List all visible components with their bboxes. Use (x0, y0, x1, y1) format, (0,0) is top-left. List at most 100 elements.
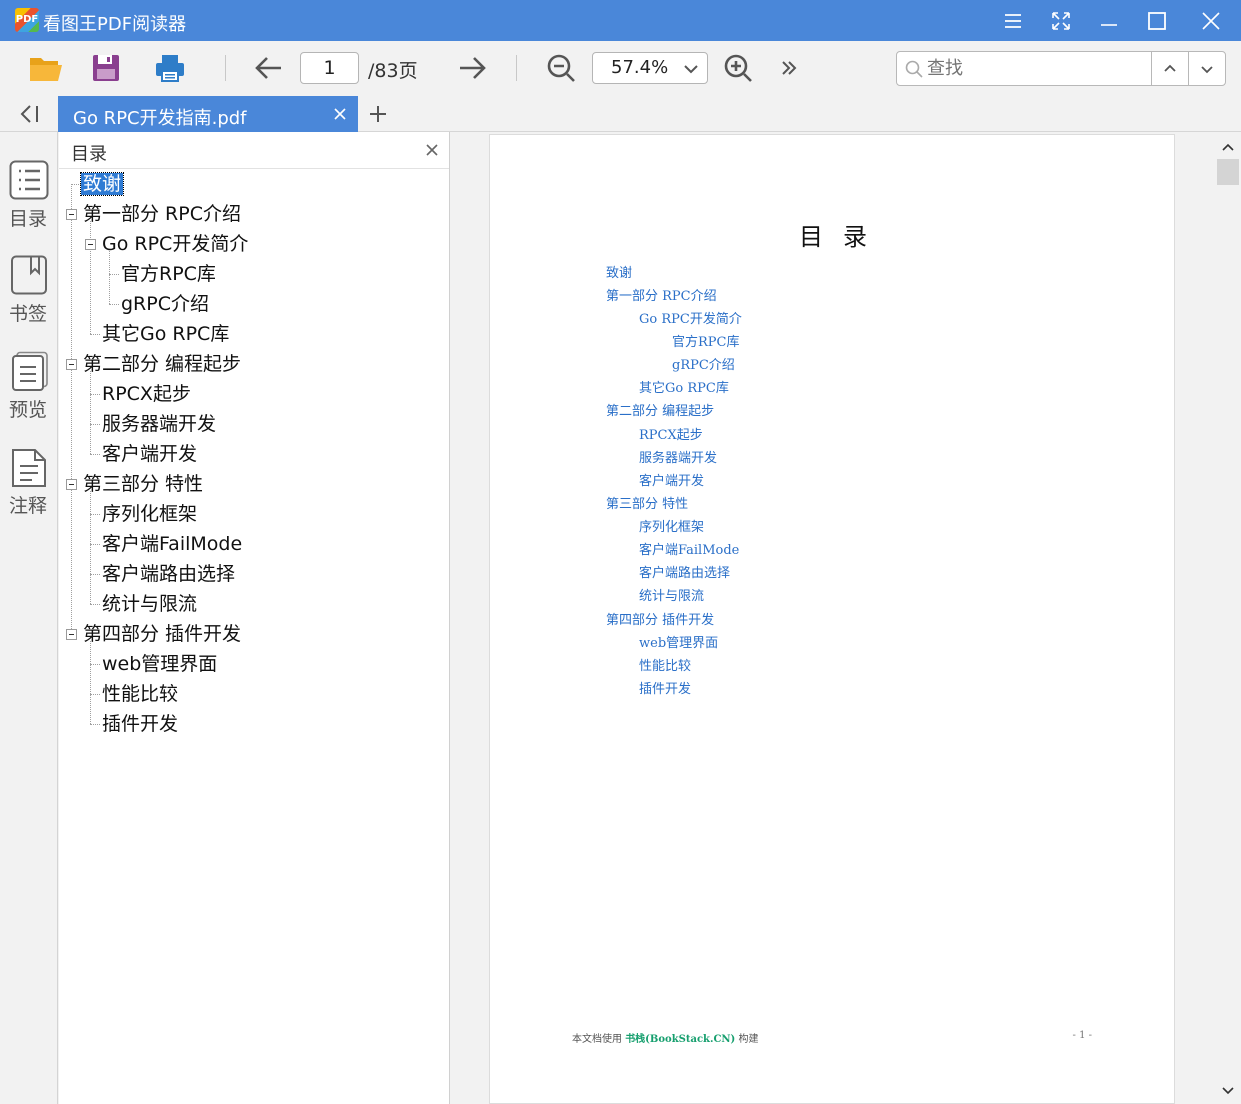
close-tab-icon[interactable] (332, 106, 348, 122)
search-box (896, 51, 1226, 86)
pdf-toc-link[interactable]: 性能比较 (639, 655, 691, 674)
footer-brand-link[interactable]: 书栈(BookStack.CN) (625, 1034, 735, 1045)
footer-prefix: 本文档使用 (572, 1034, 622, 1045)
zoom-out-button[interactable] (543, 51, 579, 85)
toc-item[interactable]: 第二部分 编程起步 (83, 351, 241, 377)
toc-item[interactable]: 第一部分 RPC介绍 (83, 201, 241, 227)
pdf-toc-link[interactable]: 其它Go RPC库 (639, 377, 729, 396)
toc-item[interactable]: 插件开发 (102, 711, 178, 737)
add-tab-icon[interactable] (368, 104, 388, 124)
toc-item[interactable]: 客户端开发 (102, 441, 197, 467)
pdf-toc-link[interactable]: RPCX起步 (639, 424, 703, 443)
tree-line (90, 664, 100, 665)
toc-item[interactable]: Go RPC开发简介 (102, 231, 248, 257)
collapse-toggle[interactable] (66, 359, 77, 370)
document-viewer[interactable]: 目录 致谢 第一部分 RPC介绍 Go RPC开发简介 官方RPC库 gRPC介… (451, 132, 1215, 1104)
pdf-footer: 本文档使用 书栈(BookStack.CN) 构建 (572, 1030, 758, 1045)
pdf-toc-link[interactable]: 致谢 (606, 262, 632, 281)
sidebar-item-preview[interactable]: 预览 (0, 351, 58, 431)
sidebar-item-toc[interactable]: 目录 (0, 160, 58, 240)
toc-item[interactable]: 第三部分 特性 (83, 471, 203, 497)
tree-line (109, 251, 110, 304)
pdf-toc-link[interactable]: 服务器端开发 (639, 447, 717, 466)
toc-item[interactable]: 致谢 (79, 171, 125, 197)
toc-item[interactable]: 客户端FailMode (102, 531, 242, 557)
zoom-select[interactable]: 57.4% (592, 52, 708, 84)
vertical-scrollbar[interactable] (1215, 132, 1241, 1104)
collapse-toggle[interactable] (85, 239, 96, 250)
printer-icon (156, 55, 184, 82)
pdf-toc-link[interactable]: 第二部分 编程起步 (606, 400, 714, 419)
toc-item[interactable]: 性能比较 (102, 681, 178, 707)
search-prev-button[interactable] (1151, 52, 1188, 85)
fullscreen-icon (1052, 11, 1070, 30)
tree-line (90, 424, 100, 425)
sidebar-item-label: 书签 (8, 303, 47, 325)
chevron-down-icon (684, 65, 698, 74)
collapse-toggle[interactable] (66, 629, 77, 640)
toc-item[interactable]: 客户端路由选择 (102, 561, 235, 587)
pdf-page: 目录 致谢 第一部分 RPC介绍 Go RPC开发简介 官方RPC库 gRPC介… (489, 134, 1175, 1104)
pdf-toc-link[interactable]: 官方RPC库 (672, 331, 739, 350)
sidebar-item-annotations[interactable]: 注释 (0, 447, 58, 527)
collapse-toggle[interactable] (66, 479, 77, 490)
app-title: 看图王PDF阅读器 (43, 14, 187, 35)
more-tools-button[interactable] (771, 51, 807, 85)
scroll-thumb[interactable] (1217, 159, 1239, 185)
toc-item[interactable]: web管理界面 (102, 651, 217, 677)
toc-item[interactable]: 服务器端开发 (102, 411, 216, 437)
fullscreen-button[interactable] (1037, 0, 1085, 41)
arrow-right-icon (460, 57, 486, 79)
zoom-in-button[interactable] (720, 51, 756, 85)
toc-item[interactable]: 其它Go RPC库 (102, 321, 229, 347)
close-window-button[interactable] (1187, 0, 1235, 41)
pdf-toc-link[interactable]: web管理界面 (639, 632, 718, 651)
scroll-down-arrow-icon[interactable] (1220, 1082, 1236, 1098)
pdf-toc-link[interactable]: 客户端开发 (639, 470, 704, 489)
collapse-sidebar-button[interactable] (14, 102, 44, 126)
print-button[interactable] (152, 51, 188, 85)
tab-bar: Go RPC开发指南.pdf (0, 96, 1241, 132)
pdf-toc-link[interactable]: 统计与限流 (639, 585, 704, 604)
save-button[interactable] (88, 51, 124, 85)
toc-item[interactable]: 官方RPC库 (121, 261, 216, 287)
annotation-icon (12, 449, 46, 487)
minimize-icon (1101, 23, 1117, 26)
pdf-toc-link[interactable]: 客户端FailMode (639, 539, 739, 558)
toc-item[interactable]: gRPC介绍 (121, 291, 209, 317)
pdf-toc-link[interactable]: 第一部分 RPC介绍 (606, 285, 717, 304)
toc-item[interactable]: 第四部分 插件开发 (83, 621, 241, 647)
tab-label: Go RPC开发指南.pdf (73, 108, 247, 129)
search-input[interactable] (927, 55, 1147, 82)
sidebar-item-bookmarks[interactable]: 书签 (0, 255, 58, 335)
pdf-toc-link[interactable]: 第三部分 特性 (606, 493, 688, 512)
chevron-up-icon (1164, 64, 1176, 72)
toc-item[interactable]: RPCX起步 (102, 381, 191, 407)
arrow-left-icon (255, 57, 281, 79)
open-file-button[interactable] (28, 51, 64, 85)
maximize-button[interactable] (1133, 0, 1181, 41)
search-next-button[interactable] (1188, 52, 1225, 85)
pdf-toc-link[interactable]: Go RPC开发简介 (639, 308, 742, 327)
page-number-input[interactable]: 1 (300, 52, 359, 84)
toolbar-divider (225, 55, 226, 81)
collapse-toggle[interactable] (66, 209, 77, 220)
toc-item[interactable]: 序列化框架 (102, 501, 197, 527)
toc-item[interactable]: 统计与限流 (102, 591, 197, 617)
preview-icon (12, 351, 48, 391)
tab-document[interactable]: Go RPC开发指南.pdf (58, 96, 358, 132)
pdf-toc-link[interactable]: 插件开发 (639, 678, 691, 697)
pdf-toc-link[interactable]: 序列化框架 (639, 516, 704, 535)
tree-line (71, 184, 72, 635)
next-page-button[interactable] (455, 51, 491, 85)
minimize-button[interactable] (1085, 0, 1133, 41)
pdf-toc-link[interactable]: 客户端路由选择 (639, 562, 730, 581)
sidebar-item-label: 预览 (8, 399, 47, 421)
pdf-toc-link[interactable]: gRPC介绍 (672, 354, 735, 373)
pdf-toc-link[interactable]: 第四部分 插件开发 (606, 609, 714, 628)
scroll-up-arrow-icon[interactable] (1220, 140, 1236, 156)
menu-button[interactable] (989, 0, 1037, 41)
chevron-down-icon (1201, 65, 1213, 73)
close-panel-icon[interactable] (425, 143, 439, 157)
prev-page-button[interactable] (250, 51, 286, 85)
